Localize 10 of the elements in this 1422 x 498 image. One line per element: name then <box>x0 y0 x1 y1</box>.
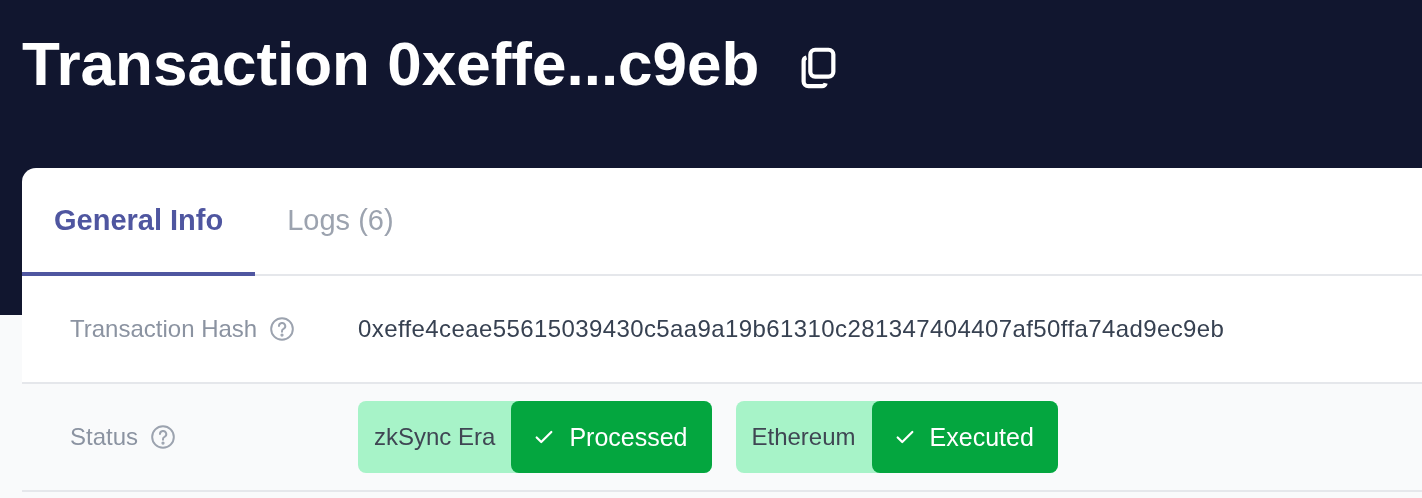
field-label: Transaction Hash <box>70 315 258 343</box>
page-title: Transaction 0xeffe...c9eb <box>22 28 760 100</box>
status-text: Processed <box>569 422 688 452</box>
help-icon[interactable] <box>150 424 177 450</box>
network-label: zkSync Era <box>373 422 497 452</box>
status-text: Executed <box>929 422 1034 452</box>
field-value: 0xeffe4ceae55615039430c5aa9a19b61310c281347404407af50ffa74ad9ec9eb <box>358 315 1225 343</box>
help-icon[interactable] <box>269 316 296 342</box>
network-label: Ethereum <box>750 422 857 452</box>
field-label: Status <box>70 423 139 451</box>
